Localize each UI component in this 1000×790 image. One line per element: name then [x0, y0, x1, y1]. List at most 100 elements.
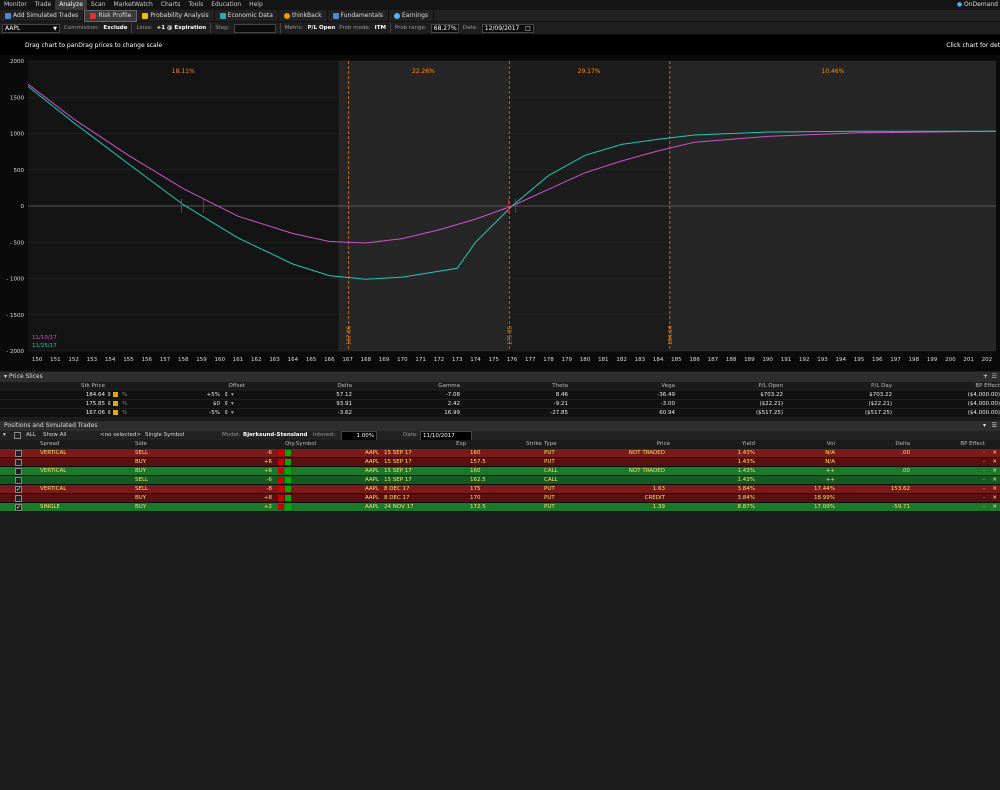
exp-cell[interactable]: 15 SEP 17	[384, 467, 412, 476]
collapse-icon[interactable]: ▾	[983, 421, 986, 431]
lock-icon[interactable]	[113, 391, 118, 400]
commission-select[interactable]: Exclude	[103, 25, 127, 31]
position-row[interactable]: ✓ VERTICAL SELL -8 AAPL 8 DEC 17 175 PUT 1.63 3.8…	[0, 485, 1000, 494]
thinkback-tab[interactable]: thinkBack	[279, 9, 328, 22]
type-cell[interactable]: CALL	[544, 467, 558, 476]
row-checkbox[interactable]	[15, 450, 22, 457]
symbol-input[interactable]: AAPL ▼	[2, 23, 60, 33]
side-cell[interactable]: BUY	[135, 467, 146, 476]
qty-cell[interactable]: -6	[267, 476, 272, 485]
qty-stepper[interactable]	[276, 494, 291, 503]
exp-cell[interactable]: 8 DEC 17	[384, 494, 410, 503]
row-checkbox[interactable]: ✓	[15, 486, 22, 493]
lines-select[interactable]: +1 @ Expiration	[157, 25, 207, 31]
row-checkbox[interactable]	[15, 468, 22, 475]
menu-icon[interactable]: ☰	[992, 421, 997, 431]
earnings-tab[interactable]: Earnings	[389, 9, 435, 22]
remove-icon[interactable]: ✕	[992, 449, 997, 458]
ondemand-button[interactable]: ● OnDemand	[957, 0, 998, 10]
qty-cell[interactable]: +6	[264, 467, 272, 476]
type-cell[interactable]: PUT	[544, 485, 555, 494]
stk-price[interactable]: 184.64	[86, 391, 105, 400]
menu-scan[interactable]: Scan	[87, 0, 110, 10]
risk-profile-chart[interactable]: 18.11% 22.26% 29.17% 10.46% 167.06 175.85 184…	[0, 55, 1000, 371]
increment-icon[interactable]	[285, 485, 291, 492]
probability-analysis-tab[interactable]: Probability Analysis	[137, 9, 215, 22]
position-row[interactable]: BUY +8 AAPL 8 DEC 17 170 PUT CREDIT 3.84% 18.99%…	[0, 494, 1000, 503]
row-checkbox[interactable]	[15, 495, 22, 502]
show-filter[interactable]: Show All	[43, 431, 66, 440]
settings-icon[interactable]: ☰	[992, 372, 997, 382]
decrement-icon[interactable]	[278, 458, 284, 465]
step-input[interactable]	[233, 23, 276, 33]
strike-cell[interactable]: 175	[470, 485, 481, 494]
menu-help[interactable]: Help	[245, 0, 267, 10]
exp-cell[interactable]: 15 SEP 17	[384, 449, 412, 458]
strike-cell[interactable]: 170	[470, 494, 481, 503]
spinner-icon[interactable]: ⇕	[107, 400, 112, 409]
row-checkbox[interactable]	[15, 477, 22, 484]
menu-charts[interactable]: Charts	[157, 0, 185, 10]
menu-marketwatch[interactable]: MarketWatch	[110, 0, 157, 10]
strike-cell[interactable]: 162.5	[470, 476, 486, 485]
qty-stepper[interactable]	[276, 467, 291, 476]
remove-icon[interactable]: ✕	[992, 476, 997, 485]
price-slice-row[interactable]: 167.06 ⇕% -5% ⇕ ▾ -3.62 16.99 -27.85 60.94 ($517.…	[0, 409, 1000, 418]
qty-stepper[interactable]	[276, 476, 291, 485]
position-row[interactable]: VERTICAL SELL -6 AAPL 15 SEP 17 160 PUT NOT TRA…	[0, 449, 1000, 458]
menu-analyze[interactable]: Analyze	[55, 0, 87, 10]
date-input[interactable]: 12/09/2017 □	[481, 23, 534, 33]
fundamentals-tab[interactable]: Fundamentals	[328, 9, 389, 22]
decrement-icon[interactable]	[278, 485, 284, 492]
decrement-icon[interactable]	[278, 449, 284, 456]
add-slice-button[interactable]: +	[983, 372, 988, 382]
chevron-down-icon[interactable]: ▾	[231, 400, 234, 409]
side-cell[interactable]: BUY	[135, 503, 146, 512]
price-slice-row[interactable]: 175.85 ⇕% $0 ⇕ ▾ 93.91 2.42 -9.21 -3.00 ($22.21)(…	[0, 400, 1000, 409]
strike-cell[interactable]: 157.5	[470, 458, 486, 467]
type-cell[interactable]: CALL	[544, 476, 558, 485]
spinner-icon[interactable]: ⇕	[107, 391, 112, 400]
price-cell[interactable]: 1.39	[653, 503, 665, 512]
position-row[interactable]: VERTICAL BUY +6 AAPL 15 SEP 17 160 CALL NOT TRA…	[0, 467, 1000, 476]
side-cell[interactable]: SELL	[135, 485, 148, 494]
strike-cell[interactable]: 160	[470, 467, 481, 476]
decrement-icon[interactable]	[278, 503, 284, 510]
menu-monitor[interactable]: Monitor	[0, 0, 31, 10]
remove-icon[interactable]: ✕	[992, 458, 997, 467]
offset-value[interactable]: -5%	[209, 409, 220, 418]
side-cell[interactable]: BUY	[135, 458, 146, 467]
offset-value[interactable]: +5%	[207, 391, 220, 400]
qty-cell[interactable]: +2	[264, 503, 272, 512]
selected-filter[interactable]: <no selected>	[100, 431, 141, 440]
position-row[interactable]: SELL -6 AAPL 15 SEP 17 162.5 CALL 1.43% ++ - ✕	[0, 476, 1000, 485]
stk-price[interactable]: 175.85	[86, 400, 105, 409]
exp-cell[interactable]: 8 DEC 17	[384, 485, 410, 494]
spinner-icon[interactable]: ⇕	[107, 409, 112, 418]
chevron-down-icon[interactable]: ▾	[231, 391, 234, 400]
strike-cell[interactable]: 172.5	[470, 503, 486, 512]
menu-tools[interactable]: Tools	[184, 0, 207, 10]
qty-cell[interactable]: -8	[267, 485, 272, 494]
exp-cell[interactable]: 24 NOV 17	[384, 503, 414, 512]
spinner-icon[interactable]: ⇕	[224, 409, 229, 418]
increment-icon[interactable]	[285, 449, 291, 456]
strike-cell[interactable]: 160	[470, 449, 481, 458]
qty-cell[interactable]: +8	[264, 494, 272, 503]
probrange-input[interactable]: 68.27%	[430, 23, 459, 33]
model-select[interactable]: Bjerksund-Stensland	[243, 431, 307, 440]
spinner-icon[interactable]: ⇕	[224, 400, 229, 409]
exp-cell[interactable]: 15 SEP 17	[384, 458, 412, 467]
type-cell[interactable]: PUT	[544, 494, 555, 503]
probmode-select[interactable]: ITM	[375, 25, 386, 31]
type-cell[interactable]: PUT	[544, 503, 555, 512]
qty-cell[interactable]: +6	[264, 458, 272, 467]
price-cell[interactable]: NOT TRADED	[629, 467, 665, 476]
price-cell[interactable]: NOT TRADED	[629, 449, 665, 458]
chevron-down-icon[interactable]: ▾	[231, 409, 234, 418]
stk-price[interactable]: 167.06	[86, 409, 105, 418]
row-checkbox[interactable]	[15, 459, 22, 466]
metric-select[interactable]: P/L Open	[308, 25, 336, 31]
type-cell[interactable]: PUT	[544, 449, 555, 458]
increment-icon[interactable]	[285, 494, 291, 501]
